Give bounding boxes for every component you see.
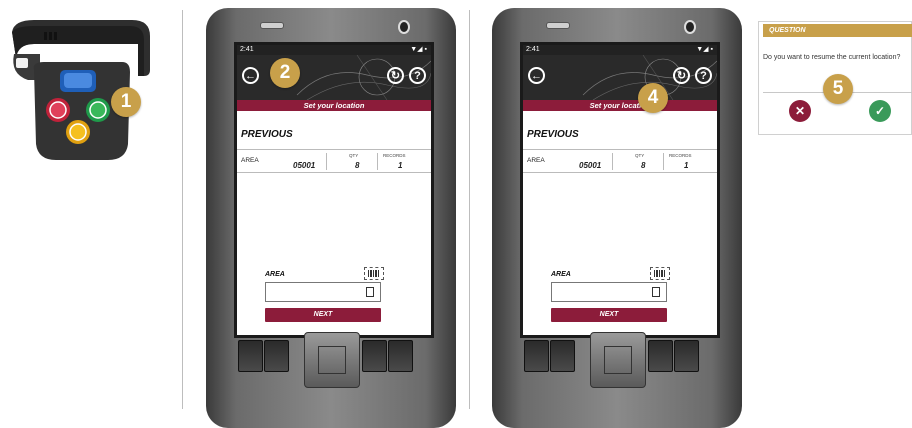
hardware-key[interactable] (674, 340, 699, 372)
row-top-line (237, 149, 431, 150)
hardware-key[interactable] (388, 340, 413, 372)
row-qty-label: QTY (635, 153, 645, 158)
row-records-label: RECORDS (383, 153, 406, 158)
next-button[interactable]: NEXT (551, 308, 667, 322)
row-qty: 8 (641, 161, 646, 170)
help-icon[interactable]: ? (409, 67, 426, 84)
row-top-line (523, 149, 717, 150)
status-bar: 2:41 ▼◢ ▪ (523, 45, 717, 55)
help-icon[interactable]: ? (695, 67, 712, 84)
barcode-scan-icon[interactable] (650, 267, 670, 280)
calculator-icon[interactable] (366, 287, 374, 297)
app-header: ← ↻ ? (523, 55, 717, 100)
next-button[interactable]: NEXT (265, 308, 381, 322)
back-arrow-icon[interactable]: ← (242, 67, 259, 84)
refresh-icon[interactable]: ↻ (387, 67, 404, 84)
hardware-key[interactable] (524, 340, 549, 372)
camera (684, 20, 696, 34)
status-time: 2:41 (526, 46, 540, 53)
divider-2 (469, 10, 470, 409)
phone-right: 2:41 ▼◢ ▪ ← ↻ ? Set your location PREVIO… (492, 8, 742, 428)
hardware-key[interactable] (362, 340, 387, 372)
center-key-inner (604, 346, 632, 374)
step-badge-1: 1 (111, 87, 141, 117)
row-qty-label: QTY (349, 153, 359, 158)
back-arrow-icon[interactable]: ← (528, 67, 545, 84)
confirm-check-icon[interactable]: ✓ (869, 100, 891, 122)
barcode-scan-icon[interactable] (364, 267, 384, 280)
hardware-key[interactable] (264, 340, 289, 372)
cancel-x-icon[interactable]: ✕ (789, 100, 811, 122)
section-title: PREVIOUS (241, 129, 293, 140)
step-badge-5: 5 (823, 74, 853, 104)
area-input[interactable] (551, 282, 667, 302)
area-label: AREA (265, 271, 285, 278)
row-code: 05001 (579, 161, 602, 170)
area-label: AREA (551, 271, 571, 278)
speaker-grille (546, 22, 570, 29)
area-input[interactable] (265, 282, 381, 302)
dialog-header: QUESTION (763, 24, 912, 37)
status-icons: ▼◢ ▪ (696, 46, 713, 53)
center-key[interactable] (590, 332, 646, 388)
hardware-keypad (238, 332, 424, 388)
row-bottom-line (237, 172, 431, 173)
hardware-key[interactable] (550, 340, 575, 372)
refresh-icon[interactable]: ↻ (673, 67, 690, 84)
row-qty: 8 (355, 161, 360, 170)
hardware-keypad (524, 332, 710, 388)
phone-screen: 2:41 ▼◢ ▪ ← ↻ ? Set your location PREVIO… (234, 42, 434, 338)
status-bar: 2:41 ▼◢ ▪ (237, 45, 431, 55)
center-key-inner (318, 346, 346, 374)
row-separator (326, 153, 327, 170)
hardware-key[interactable] (648, 340, 673, 372)
calculator-icon[interactable] (652, 287, 660, 297)
page-title: Set your location (523, 100, 717, 111)
row-separator (612, 153, 613, 170)
status-icons: ▼◢ ▪ (410, 46, 427, 53)
row-records-label: RECORDS (669, 153, 692, 158)
section-title: PREVIOUS (527, 129, 579, 140)
speaker-grille (260, 22, 284, 29)
step-badge-2: 2 (270, 58, 300, 88)
row-separator (377, 153, 378, 170)
dialog-text: Do you want to resume the current locati… (763, 54, 901, 61)
row-records: 1 (684, 161, 689, 170)
phone-left: 2:41 ▼◢ ▪ ← ↻ ? Set your location PREVIO… (206, 8, 456, 428)
hardware-key[interactable] (238, 340, 263, 372)
row-records: 1 (398, 161, 403, 170)
row-separator (663, 153, 664, 170)
row-code: 05001 (293, 161, 316, 170)
center-key[interactable] (304, 332, 360, 388)
row-area-label: AREA (241, 157, 259, 164)
camera (398, 20, 410, 34)
phone-screen: 2:41 ▼◢ ▪ ← ↻ ? Set your location PREVIO… (520, 42, 720, 338)
app-header: ← ↻ ? (237, 55, 431, 100)
row-bottom-line (523, 172, 717, 173)
divider-1 (182, 10, 183, 409)
row-area-label: AREA (527, 157, 545, 164)
status-time: 2:41 (240, 46, 254, 53)
page-title: Set your location (237, 100, 431, 111)
step-badge-4: 4 (638, 83, 668, 113)
